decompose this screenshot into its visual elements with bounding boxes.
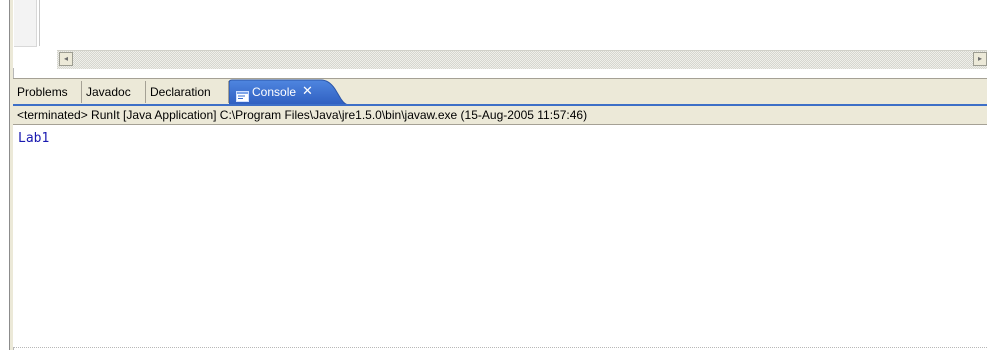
scroll-right-button[interactable]: ▸	[973, 52, 987, 66]
editor-gutter-divider	[39, 0, 40, 46]
horizontal-scrollbar[interactable]: ◂ ▸	[57, 50, 987, 69]
console-icon	[236, 87, 249, 102]
tab-label: Declaration	[150, 85, 211, 99]
view-tab-bar: Problems Javadoc Declaration Console ✕	[13, 78, 987, 105]
tab-label: Problems	[17, 85, 68, 99]
console-output-line: Lab1	[18, 131, 50, 146]
tab-declaration[interactable]: Declaration	[146, 81, 229, 103]
chevron-left-icon: ◂	[63, 54, 68, 63]
close-icon[interactable]: ✕	[302, 81, 313, 103]
tab-label: Console	[252, 85, 297, 99]
tab-console[interactable]: Console ✕	[229, 79, 349, 105]
console-tab-content: Console ✕	[236, 81, 313, 103]
tab-problems[interactable]: Problems	[13, 81, 82, 103]
chevron-right-icon: ▸	[977, 54, 982, 63]
tab-javadoc[interactable]: Javadoc	[82, 81, 146, 103]
tab-label: Javadoc	[86, 85, 131, 99]
editor-gutter	[14, 0, 37, 47]
eclipse-window: ◂ ▸ Problems Javadoc Declaration Console…	[0, 0, 987, 350]
console-status-line: <terminated> RunIt [Java Application] C:…	[13, 106, 987, 125]
scroll-left-button[interactable]: ◂	[59, 52, 73, 66]
console-output[interactable]: Lab1	[13, 125, 987, 347]
